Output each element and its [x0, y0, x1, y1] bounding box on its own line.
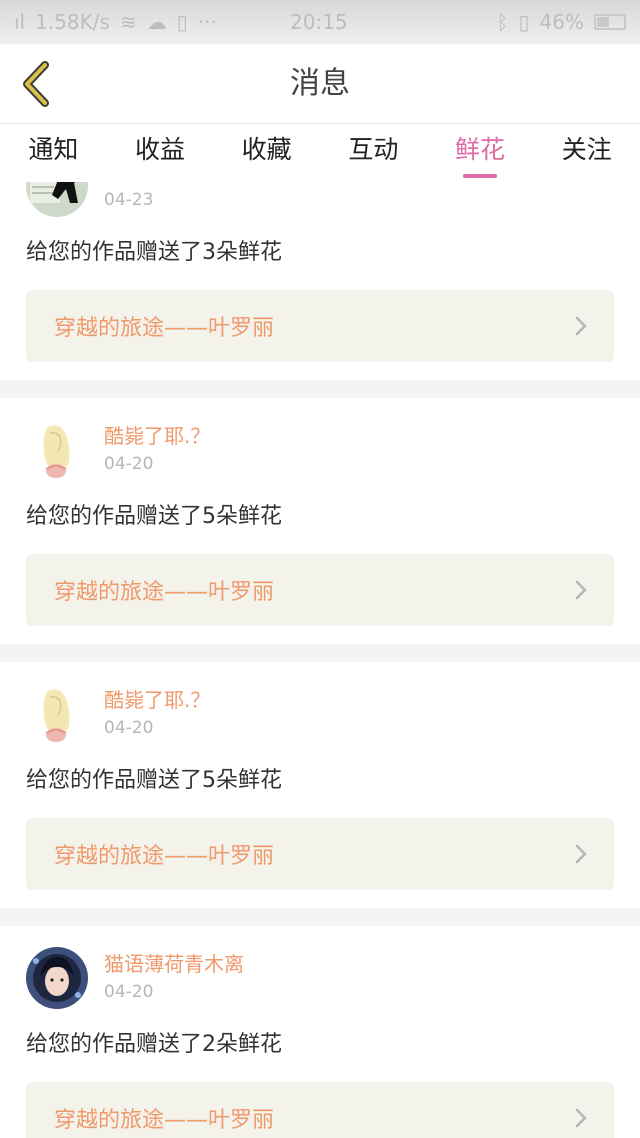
user-name[interactable]: 酷毙了耶.？ — [104, 422, 210, 450]
user-name[interactable]: 猫语薄荷青木离 — [104, 950, 244, 978]
cloud-icon: ☁ — [146, 10, 167, 34]
work-link[interactable]: 穿越的旅途——叶罗丽 — [26, 818, 614, 890]
message-list[interactable]: 迷鹿 04-23 给您的作品赠送了3朵鲜花 穿越的旅途——叶罗丽 — [0, 182, 640, 1138]
tab-bar: 通知 收益 收藏 互动 鲜花 关注 — [0, 124, 640, 182]
work-title: 穿越的旅途——叶罗丽 — [54, 844, 275, 869]
tab-interactions[interactable]: 互动 — [320, 124, 427, 182]
message-card: 迷鹿 04-23 给您的作品赠送了3朵鲜花 穿越的旅途——叶罗丽 — [0, 182, 640, 380]
nav-bar: 消息 — [0, 44, 640, 124]
work-title: 穿越的旅途——叶罗丽 — [54, 1108, 275, 1133]
avatar[interactable] — [26, 419, 88, 481]
tab-follows[interactable]: 关注 — [533, 124, 640, 182]
work-link[interactable]: 穿越的旅途——叶罗丽 — [26, 554, 614, 626]
avatar[interactable] — [26, 947, 88, 1009]
message-date: 04-23 — [104, 190, 154, 210]
chevron-right-icon — [575, 580, 587, 600]
message-date: 04-20 — [104, 982, 154, 1002]
wifi-icon: ≋ — [119, 10, 137, 34]
page-title: 消息 — [290, 66, 350, 101]
message-date: 04-20 — [104, 454, 154, 474]
net-speed: 1.58K/s — [35, 10, 110, 34]
work-link[interactable]: 穿越的旅途——叶罗丽 — [26, 1082, 614, 1138]
message-date: 04-20 — [104, 718, 154, 738]
status-time: 20:15 — [290, 10, 348, 34]
signal-icon: ıl — [14, 10, 26, 34]
status-bar: ıl 1.58K/s ≋ ☁ ▯ ··· 20:15 ᛒ ▯ 46% — [0, 0, 640, 44]
chevron-right-icon — [575, 316, 587, 336]
work-title: 穿越的旅途——叶罗丽 — [54, 316, 275, 341]
work-title: 穿越的旅途——叶罗丽 — [54, 580, 275, 605]
message-text: 给您的作品赠送了3朵鲜花 — [26, 240, 282, 265]
message-text: 给您的作品赠送了2朵鲜花 — [26, 1032, 282, 1057]
tab-flowers[interactable]: 鲜花 — [427, 124, 534, 182]
sim-icon: ▯ — [176, 10, 188, 34]
battery-percent: 46% — [539, 10, 584, 34]
avatar[interactable] — [26, 182, 88, 217]
more-icon: ··· — [197, 10, 217, 34]
user-name[interactable]: 酷毙了耶.？ — [104, 686, 210, 714]
work-link[interactable]: 穿越的旅途——叶罗丽 — [26, 290, 614, 362]
battery-icon — [594, 14, 626, 30]
message-card: 猫语薄荷青木离 04-20 给您的作品赠送了2朵鲜花 穿越的旅途——叶罗丽 — [0, 926, 640, 1138]
message-card: 酷毙了耶.？ 04-20 给您的作品赠送了5朵鲜花 穿越的旅途——叶罗丽 — [0, 662, 640, 908]
bluetooth-icon: ᛒ — [496, 10, 509, 34]
avatar[interactable] — [26, 683, 88, 745]
tab-favorites[interactable]: 收藏 — [213, 124, 320, 182]
tab-notifications[interactable]: 通知 — [0, 124, 107, 182]
tab-earnings[interactable]: 收益 — [107, 124, 214, 182]
chevron-right-icon — [575, 844, 587, 864]
message-text: 给您的作品赠送了5朵鲜花 — [26, 504, 282, 529]
vibrate-icon: ▯ — [518, 10, 530, 34]
message-text: 给您的作品赠送了5朵鲜花 — [26, 768, 282, 793]
message-card: 酷毙了耶.？ 04-20 给您的作品赠送了5朵鲜花 穿越的旅途——叶罗丽 — [0, 398, 640, 644]
chevron-right-icon — [575, 1108, 587, 1128]
